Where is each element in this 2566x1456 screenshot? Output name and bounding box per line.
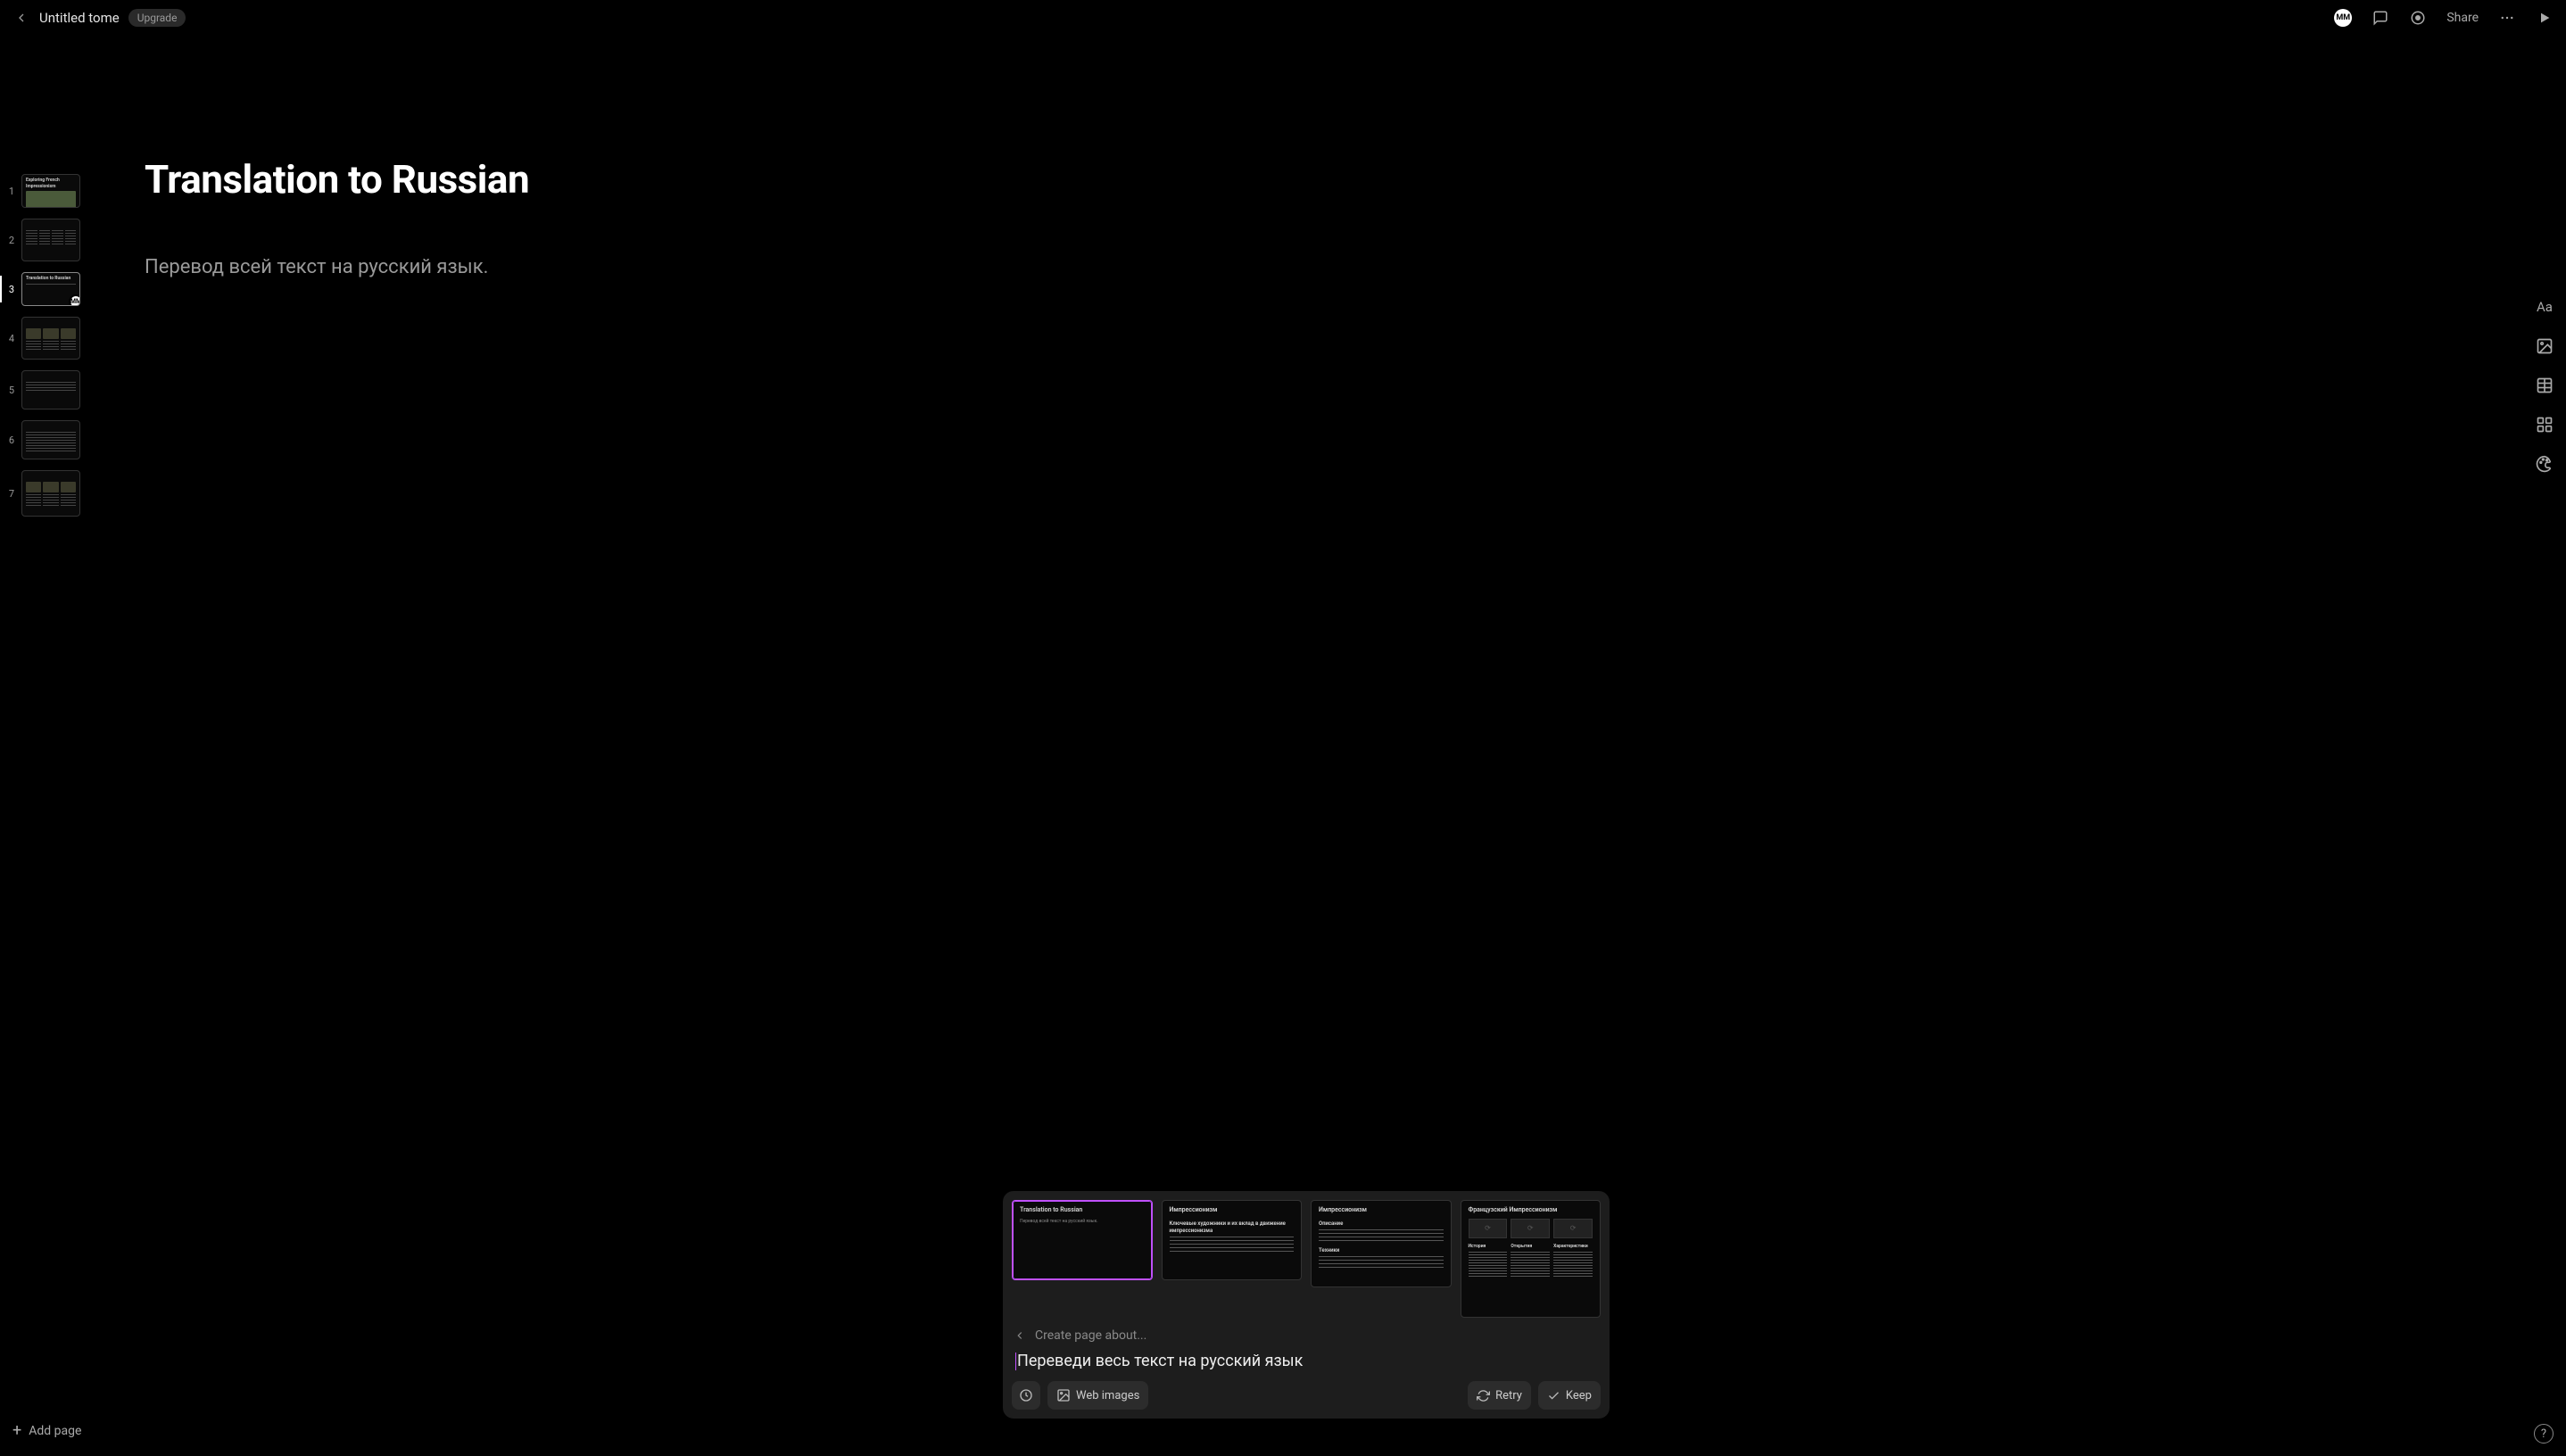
clock-icon xyxy=(1019,1388,1033,1402)
page-thumb-3[interactable]: 3 Translation to Russian MM xyxy=(0,272,89,306)
history-button[interactable] xyxy=(1012,1381,1040,1410)
canvas: Translation to Russian Перевод всей текс… xyxy=(89,36,2523,1456)
back-button[interactable] xyxy=(12,9,30,27)
page-thumb-number: 7 xyxy=(7,488,16,500)
shapes-tool-icon[interactable] xyxy=(2534,414,2555,435)
page-thumb-7[interactable]: 7 xyxy=(0,470,89,517)
play-icon[interactable] xyxy=(2536,9,2554,27)
popup-breadcrumb: Create page about... xyxy=(1014,1328,1599,1343)
avatar[interactable]: MM xyxy=(2334,9,2352,27)
add-page-button[interactable]: + Add page xyxy=(12,1421,81,1440)
ai-variant-3[interactable]: Импрессионизм Описание Техники xyxy=(1311,1200,1452,1287)
breadcrumb-label: Create page about... xyxy=(1035,1328,1146,1343)
record-icon[interactable] xyxy=(2409,9,2427,27)
share-button[interactable]: Share xyxy=(2446,11,2479,25)
ai-variant-2[interactable]: Импрессионизм Ключевые художники и их вк… xyxy=(1162,1200,1303,1280)
ai-variant-4[interactable]: Французский Импрессионизм ⟳ ⟳ ⟳ История … xyxy=(1461,1200,1602,1318)
refresh-icon xyxy=(1477,1389,1490,1402)
page-thumb-number: 3 xyxy=(7,284,16,295)
retry-button[interactable]: Retry xyxy=(1468,1381,1531,1410)
ai-variant-row: Translation to Russian Перевод всей текс… xyxy=(1012,1200,1601,1318)
slide-body[interactable]: Перевод всей текст на русский язык. xyxy=(145,256,529,278)
page-thumb-number: 5 xyxy=(7,385,16,396)
retry-label: Retry xyxy=(1495,1389,1522,1402)
web-images-button[interactable]: Web images xyxy=(1047,1381,1148,1410)
image-icon xyxy=(1056,1388,1071,1402)
page-thumb-number: 2 xyxy=(7,235,16,246)
keep-label: Keep xyxy=(1566,1389,1592,1402)
breadcrumb-back-icon[interactable] xyxy=(1014,1329,1026,1342)
page-thumb-number: 4 xyxy=(7,333,16,344)
check-icon xyxy=(1547,1389,1560,1402)
image-tool-icon[interactable] xyxy=(2534,335,2555,357)
placeholder-image-icon: ⟳ xyxy=(1553,1219,1593,1238)
header: Untitled tome Upgrade MM Share xyxy=(0,0,2566,36)
keep-button[interactable]: Keep xyxy=(1538,1381,1601,1410)
ai-prompt-input[interactable]: Переведи весь текст на русский язык xyxy=(1015,1352,1597,1370)
page-thumbnails-sidebar: 1 Exploring French Impressionism 2 3 Tra… xyxy=(0,36,89,1456)
editing-avatar: MM xyxy=(69,294,80,306)
page-thumb-number: 6 xyxy=(7,434,16,446)
web-images-label: Web images xyxy=(1076,1389,1139,1402)
ai-variant-1[interactable]: Translation to Russian Перевод всей текс… xyxy=(1012,1200,1153,1280)
help-button[interactable]: ? xyxy=(2534,1424,2554,1444)
text-tool-icon[interactable]: Aa xyxy=(2534,296,2555,318)
popup-actions: Web images Retry Keep xyxy=(1012,1381,1601,1410)
add-page-label: Add page xyxy=(29,1424,81,1438)
comments-icon[interactable] xyxy=(2371,9,2389,27)
slide-title[interactable]: Translation to Russian xyxy=(145,156,529,203)
upgrade-button[interactable]: Upgrade xyxy=(128,9,186,27)
page-thumb-number: 1 xyxy=(7,186,16,197)
page-thumb-2[interactable]: 2 xyxy=(0,219,89,261)
page-thumb-4[interactable]: 4 xyxy=(0,317,89,360)
slide[interactable]: Translation to Russian Перевод всей текс… xyxy=(145,156,529,278)
ai-popup: Translation to Russian Перевод всей текс… xyxy=(1003,1191,1610,1419)
page-thumb-1[interactable]: 1 Exploring French Impressionism xyxy=(0,174,89,208)
page-thumb-5[interactable]: 5 xyxy=(0,370,89,410)
placeholder-image-icon: ⟳ xyxy=(1469,1219,1508,1238)
page-thumb-6[interactable]: 6 xyxy=(0,420,89,459)
more-icon[interactable] xyxy=(2498,9,2516,27)
theme-tool-icon[interactable] xyxy=(2534,453,2555,475)
tool-rail: Aa xyxy=(2523,36,2566,1456)
placeholder-image-icon: ⟳ xyxy=(1511,1219,1550,1238)
plus-icon: + xyxy=(12,1421,21,1440)
table-tool-icon[interactable] xyxy=(2534,375,2555,396)
tome-title: Untitled tome xyxy=(39,10,120,26)
